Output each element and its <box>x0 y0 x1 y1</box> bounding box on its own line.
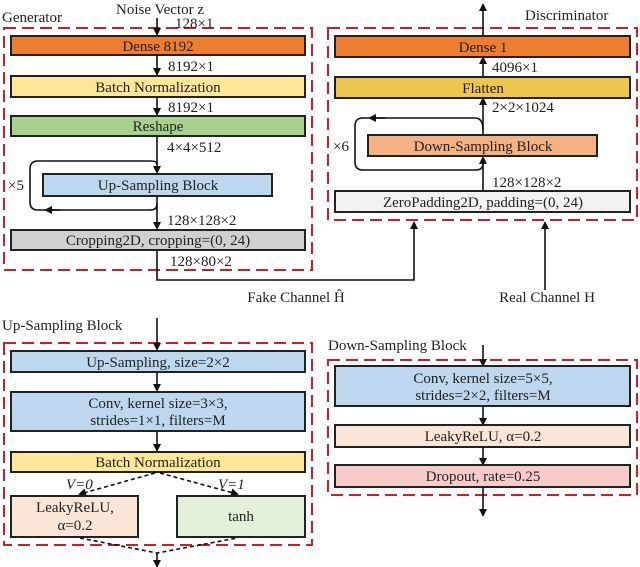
condition-label: V=1 <box>218 477 245 493</box>
repeat-label: ×5 <box>8 178 24 194</box>
gan-architecture-diagram: Generator Noise Vector z 128×1 Dense 819… <box>2 2 638 567</box>
layer-label: α=0.2 <box>57 518 92 534</box>
discriminator: Discriminator Dense 1 4096×1 Flatten 2×2… <box>327 3 638 221</box>
down-sampling-block-detail: Down-Sampling Block Conv, kernel size=5×… <box>327 338 638 517</box>
dim-label: 2×2×1024 <box>492 100 554 116</box>
up-sampling-block-detail: Up-Sampling Block Up-Sampling, size=2×2 … <box>2 318 313 567</box>
layer-label: LeakyReLU, α=0.2 <box>425 429 542 445</box>
down-sampling-block-title: Down-Sampling Block <box>328 338 467 354</box>
generator: Generator Noise Vector z 128×1 Dense 819… <box>2 2 313 271</box>
layer-label: Batch Normalization <box>95 80 221 96</box>
repeat-label: ×6 <box>333 139 349 155</box>
layer-label: Batch Normalization <box>95 455 221 471</box>
layer-label: Down-Sampling Block <box>414 139 553 155</box>
discriminator-title: Discriminator <box>525 8 608 24</box>
layer-label: Dense 1 <box>459 40 508 56</box>
layer-label: Dense 8192 <box>122 39 193 55</box>
layer-label: tanh <box>228 509 254 525</box>
layer-label: ZeroPadding2D, padding=(0, 24) <box>383 195 583 211</box>
dim-label: 4×4×512 <box>167 140 221 156</box>
condition-label: V=0 <box>66 477 93 493</box>
fake-channel-label: Fake Channel Ĥ <box>247 289 345 306</box>
layer-label: Cropping2D, cropping=(0, 24) <box>66 233 250 249</box>
layer-label: strides=1×1, filters=M <box>90 413 225 429</box>
layer-label: LeakyReLU, <box>36 500 114 516</box>
dim-label: 128×128×2 <box>167 213 236 229</box>
layer-label: Flatten <box>462 81 504 97</box>
layer-label: Conv, kernel size=3×3, <box>88 396 227 412</box>
dim-label: 128×128×2 <box>492 175 561 191</box>
generator-title: Generator <box>2 10 62 26</box>
layer-label: Up-Sampling, size=2×2 <box>86 355 230 371</box>
dim-label: 8192×1 <box>168 100 214 116</box>
dim-label: 128×80×2 <box>170 254 232 270</box>
layer-label: Dropout, rate=0.25 <box>426 469 541 485</box>
dim-label: 128×1 <box>175 16 213 32</box>
layer-label: Up-Sampling Block <box>98 178 219 194</box>
up-sampling-block-title: Up-Sampling Block <box>2 318 123 334</box>
layer-label: strides=2×2, filters=M <box>415 388 550 404</box>
dim-label: 4096×1 <box>492 60 538 76</box>
layer-label: Reshape <box>133 119 184 135</box>
real-channel-label: Real Channel H <box>499 290 595 306</box>
dim-label: 8192×1 <box>168 59 214 75</box>
layer-label: Conv, kernel size=5×5, <box>413 371 552 387</box>
dashed-merge <box>79 537 238 554</box>
